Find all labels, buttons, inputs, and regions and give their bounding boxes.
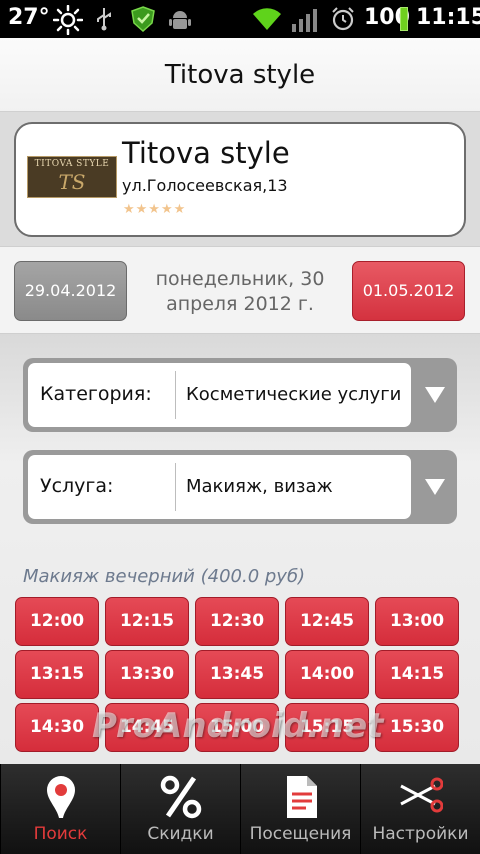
wifi-icon <box>253 8 281 30</box>
title-bar: Titova style <box>0 38 480 112</box>
time-slot-button[interactable]: 13:15 <box>15 650 99 699</box>
page-title: Titova style <box>164 60 316 90</box>
temperature-text: 27° <box>8 5 50 30</box>
bottom-tab-bar: Поиск Скидки Посещения Настройки <box>0 764 480 854</box>
time-slot-button[interactable]: 13:45 <box>195 650 279 699</box>
sun-icon <box>53 5 83 35</box>
scissors-icon <box>400 777 443 813</box>
time-slot-button[interactable]: 12:30 <box>195 597 279 646</box>
time-slot-button[interactable]: 14:00 <box>285 650 369 699</box>
next-date-button[interactable]: 01.05.2012 <box>352 261 465 321</box>
category-select[interactable]: Категория: Косметические услуги <box>23 358 457 432</box>
alarm-icon <box>332 7 354 31</box>
time-slot-button[interactable]: 13:00 <box>375 597 459 646</box>
tab-settings[interactable]: Настройки <box>360 764 480 854</box>
battery-icon <box>400 7 408 31</box>
date-navigation: 29.04.2012 понедельник, 30 апреля 2012 г… <box>0 246 480 334</box>
android-icon <box>169 11 191 29</box>
booking-panel: Категория: Косметические услуги Услуга: … <box>0 334 480 764</box>
tab-search[interactable]: Поиск <box>0 764 120 854</box>
tab-label: Поиск <box>33 824 88 844</box>
tab-label: Посещения <box>249 824 352 844</box>
map-pin-icon <box>47 776 75 818</box>
category-select-field: Категория: Косметические услуги <box>28 363 411 427</box>
tab-label: Настройки <box>372 824 469 844</box>
time-slot-button[interactable]: 14:15 <box>375 650 459 699</box>
percent-icon <box>160 775 202 819</box>
status-bar: 27° 100 11:15 <box>0 0 480 38</box>
time-slot-button[interactable]: 15:15 <box>285 703 369 752</box>
salon-address: ул.Голосеевская,13 <box>122 176 288 195</box>
service-value: Макияж, визаж <box>186 476 333 497</box>
service-select-field: Услуга: Макияж, визаж <box>28 455 411 519</box>
service-title: Макияж вечерний (400.0 руб) <box>23 566 306 587</box>
service-divider <box>175 463 176 511</box>
time-slot-button[interactable]: 15:30 <box>375 703 459 752</box>
rating-stars: ★★★★★ <box>123 202 187 217</box>
chevron-down-icon <box>425 387 445 403</box>
service-label: Услуга: <box>40 475 114 497</box>
time-slot-button[interactable]: 13:30 <box>105 650 189 699</box>
logo-monogram: TS <box>58 170 86 194</box>
time-slot-button[interactable]: 12:00 <box>15 597 99 646</box>
service-select[interactable]: Услуга: Макияж, визаж <box>23 450 457 524</box>
logo-text: TITOVA STYLE <box>34 159 110 169</box>
time-slot-button[interactable]: 15:00 <box>195 703 279 752</box>
signal-icon <box>292 9 317 32</box>
tab-visits[interactable]: Посещения <box>240 764 360 854</box>
tab-discounts[interactable]: Скидки <box>120 764 240 854</box>
category-value: Косметические услуги <box>186 384 402 405</box>
salon-section: TITOVA STYLE TS Titova style ул.Голосеев… <box>0 112 480 246</box>
time-slot-button[interactable]: 12:15 <box>105 597 189 646</box>
time-slot-button[interactable]: 14:45 <box>105 703 189 752</box>
category-divider <box>175 371 176 419</box>
prev-date-button[interactable]: 29.04.2012 <box>14 261 127 321</box>
salon-logo: TITOVA STYLE TS <box>27 156 117 198</box>
salon-card[interactable]: TITOVA STYLE TS Titova style ул.Голосеев… <box>14 122 466 237</box>
chevron-down-icon <box>425 479 445 495</box>
clock-text: 11:15 <box>416 5 480 30</box>
category-label: Категория: <box>40 383 152 405</box>
usb-icon <box>97 8 111 31</box>
current-date: понедельник, 30 апреля 2012 г. <box>155 268 325 315</box>
shield-icon <box>131 6 155 32</box>
salon-name: Titova style <box>122 136 290 170</box>
time-slot-button[interactable]: 12:45 <box>285 597 369 646</box>
time-slot-button[interactable]: 14:30 <box>15 703 99 752</box>
document-icon <box>287 776 317 818</box>
tab-label: Скидки <box>147 824 214 844</box>
